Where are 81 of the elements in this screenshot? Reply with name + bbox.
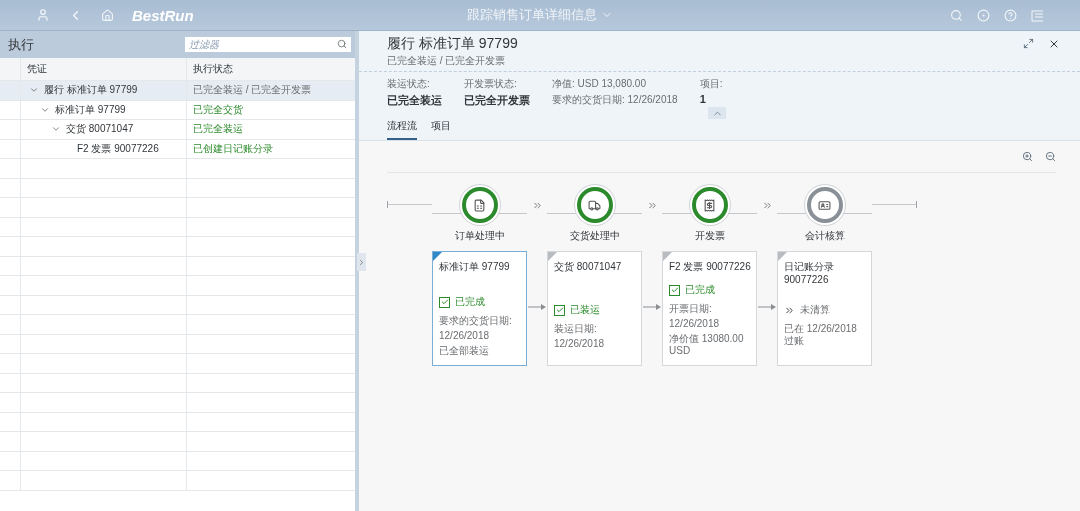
status-text: 已完全装运 / 已完全开发票 xyxy=(193,83,312,98)
tree-row[interactable]: F2 发票 90077226 已创建日记账分录 xyxy=(0,139,355,159)
process-step[interactable] xyxy=(806,187,843,223)
process-step[interactable] xyxy=(691,187,728,223)
connector-arrow xyxy=(642,303,662,311)
card-title: 交货 80071047 xyxy=(554,260,623,274)
panel-title: 执行 xyxy=(8,35,34,54)
attribute-value: 已完全开发票 xyxy=(464,93,530,108)
object-title: 履行 标准订单 97799 xyxy=(387,35,518,53)
document-label: 交货 80071047 xyxy=(66,122,134,137)
process-step[interactable] xyxy=(576,187,613,223)
card-detail: 12/26/2018 xyxy=(669,318,721,330)
document-label: 履行 标准订单 97799 xyxy=(44,83,138,98)
card-detail: 净价值 13080.00 USD xyxy=(669,333,745,357)
card-detail: 开票日期: xyxy=(669,303,713,315)
document-card[interactable]: 标准订单 97799 已完成 要求的交货日期: 12/26/2018 已全部装运 xyxy=(432,251,527,366)
card-status: 未清算 xyxy=(800,303,830,317)
card-detail: 12/26/2018 xyxy=(439,330,491,342)
card-icon xyxy=(818,198,831,212)
help-icon[interactable] xyxy=(1004,8,1017,22)
document-card[interactable]: 日记账分录 90077226 未清算 已在 12/26/2018 过账 xyxy=(777,251,872,366)
document-card[interactable]: F2 发票 90077226 已完成 开票日期: 12/26/2018 净价值 13080.00 USD xyxy=(662,251,757,366)
card-status: 已完成 xyxy=(455,295,485,309)
status-text: 已完全装运 xyxy=(193,122,243,137)
corner-marker xyxy=(663,252,672,261)
expand-handle[interactable] xyxy=(357,253,366,271)
card-title: F2 发票 90077226 xyxy=(669,260,752,274)
corner-marker xyxy=(433,252,442,261)
card-status: 已完成 xyxy=(685,283,715,297)
zoom-out-icon[interactable] xyxy=(1045,151,1056,162)
attribute-value: 已完全装运 xyxy=(387,93,442,108)
circle-icon[interactable] xyxy=(977,8,990,22)
receipt-icon xyxy=(703,198,716,212)
tree-row[interactable]: 履行 标准订单 97799 已完全装运 / 已完全开发票 xyxy=(0,81,355,101)
truck-icon xyxy=(588,198,601,212)
attribute-label: 项目: xyxy=(699,77,723,91)
process-step[interactable] xyxy=(461,187,498,223)
status-text: 已完全交货 xyxy=(193,102,243,117)
tab[interactable]: 项目 xyxy=(431,115,451,140)
search-icon[interactable] xyxy=(950,8,963,22)
connector-arrow xyxy=(527,303,547,311)
card-title: 日记账分录 90077226 xyxy=(784,260,835,287)
collapse-button[interactable] xyxy=(708,107,726,119)
document-label: 标准订单 97799 xyxy=(55,102,126,117)
step-label: 订单处理中 xyxy=(454,229,505,243)
corner-marker xyxy=(548,252,557,261)
step-label: 会计核算 xyxy=(804,229,845,243)
card-detail: 已在 12/26/2018 过账 xyxy=(784,323,858,347)
tree-row[interactable]: 标准订单 97799 已完全交货 xyxy=(0,100,355,120)
card-title: 标准订单 97799 xyxy=(439,260,511,274)
column-header: 执行状态 xyxy=(186,58,355,80)
corner-marker xyxy=(778,252,787,261)
card-detail: 12/26/2018 xyxy=(554,338,606,350)
column-header: 凭证 xyxy=(20,58,186,80)
user-icon[interactable] xyxy=(36,8,50,22)
attribute-value: 1 xyxy=(699,93,707,105)
card-detail: 装运日期: xyxy=(554,323,598,335)
card-status: 已装运 xyxy=(570,303,600,317)
zoom-in-icon[interactable] xyxy=(1022,151,1033,162)
object-subtitle: 已完全装运 / 已完全开发票 xyxy=(387,54,507,68)
document-icon xyxy=(473,198,486,212)
connector-arrow xyxy=(757,303,777,311)
filter-field[interactable]: 过滤器 xyxy=(185,37,351,52)
card-detail: 已全部装运 xyxy=(439,345,490,357)
attribute-label: 装运状态: xyxy=(387,77,431,91)
attribute-text: 净值: USD 13,080.00 xyxy=(552,77,647,91)
attribute-text: 要求的交货日期: 12/26/2018 xyxy=(552,93,678,107)
menu-icon[interactable] xyxy=(1031,8,1044,22)
document-card[interactable]: 交货 80071047 已装运 装运日期: 12/26/2018 xyxy=(547,251,642,366)
close-icon[interactable] xyxy=(1048,38,1060,50)
step-label: 交货处理中 xyxy=(569,229,620,243)
document-label: F2 发票 90077226 xyxy=(77,141,159,156)
card-detail: 要求的交货日期: xyxy=(439,315,513,327)
status-text: 已创建日记账分录 xyxy=(193,141,273,156)
step-label: 开发票 xyxy=(694,229,725,243)
attribute-label: 开发票状态: xyxy=(464,77,518,91)
home-icon[interactable] xyxy=(101,8,114,22)
tree-row[interactable]: 交货 80071047 已完全装运 xyxy=(0,120,355,140)
fullscreen-icon[interactable] xyxy=(1023,38,1034,49)
tab[interactable]: 流程流 xyxy=(387,115,417,140)
search-icon[interactable] xyxy=(337,39,347,49)
